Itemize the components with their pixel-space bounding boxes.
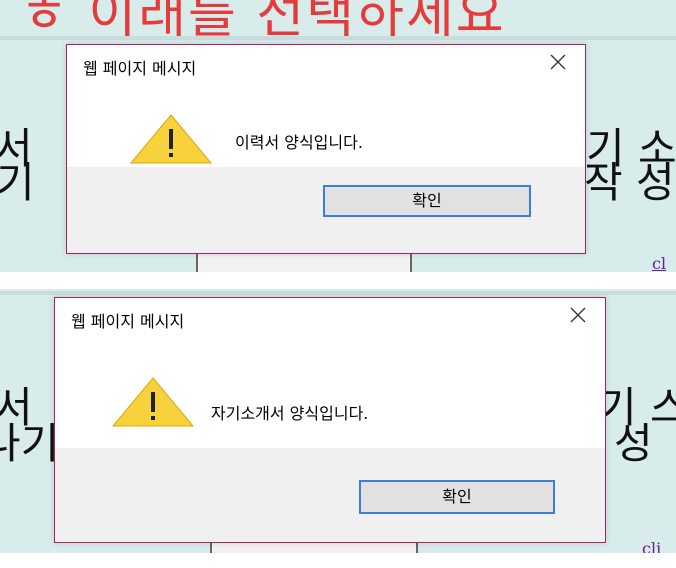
dialog-title: 웹 페이지 메시지 [71,312,185,331]
alert-dialog-top: 웹 페이지 메시지 이력서 양식입니다. 확인 [66,44,586,254]
ok-button-label: 확인 [442,487,472,506]
background-text-right-2: 작 성 [584,158,675,207]
dialog-footer: 확인 [67,167,585,253]
warning-icon [129,113,213,165]
dialog-message: 자기소개서 양식입니다. [211,404,369,423]
close-icon[interactable] [545,49,571,75]
background-frame [196,252,412,272]
ok-button[interactable]: 확인 [359,480,555,514]
dialog-title: 웹 페이지 메시지 [83,59,197,78]
dialog-message: 이력서 양식입니다. [235,133,363,152]
background-link[interactable]: cli [642,539,661,553]
background-text-left-2: 기 [0,158,35,207]
panel-separator [0,272,676,289]
alert-dialog-bottom: 웹 페이지 메시지 자기소개서 양식입니다. 확인 [54,297,606,543]
ok-button[interactable]: 확인 [323,185,531,217]
background-link[interactable]: cl [652,254,666,272]
dialog-footer: 확인 [55,448,605,542]
background-stripe [0,36,676,40]
background-text-right-2: 성 [614,419,653,468]
background-text-left-2: 나기 [0,419,60,468]
top-screenshot-panel: ㅎ 이래를 선택하세요 서 기 기 소 작 성 cl 웹 페이지 메시지 이력서… [0,0,676,272]
background-stripe [0,291,676,295]
warning-icon [111,376,195,428]
bottom-screenshot-panel: 서 나기 기 스 성 cli 웹 페이지 메시지 자기소개서 양식입니다. 확인 [0,289,676,553]
ok-button-label: 확인 [412,191,442,210]
close-icon[interactable] [565,302,591,328]
